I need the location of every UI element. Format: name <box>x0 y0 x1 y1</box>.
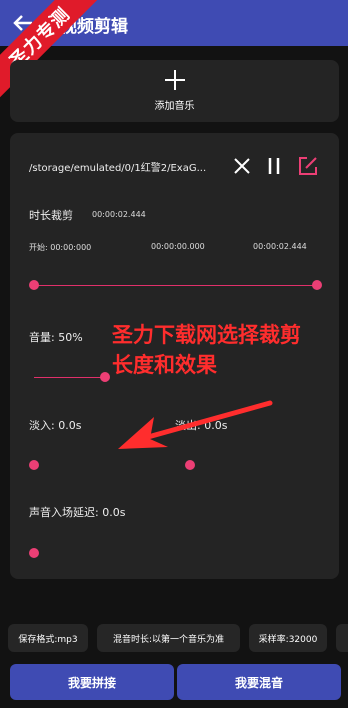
mix-duration-selector[interactable]: 混音时长:以第一个音乐为准 <box>97 624 240 652</box>
duration-range-track[interactable] <box>34 285 317 286</box>
mid-time: 00:00:00.000 <box>151 242 205 251</box>
sound-delay-label: 声音入场延迟: 0.0s <box>29 506 126 519</box>
fade-in-slider-thumb[interactable] <box>29 460 39 470</box>
watermark-line-1: 圣力下载网选择裁剪 <box>112 323 301 347</box>
save-format-selector[interactable]: 保存格式:mp3 <box>8 624 88 652</box>
mix-button[interactable]: 我要混音 <box>177 664 341 700</box>
add-music-button[interactable]: 添加音乐 <box>10 60 339 122</box>
annotation-arrow-icon <box>118 400 273 449</box>
sound-delay-slider-thumb[interactable] <box>29 548 39 558</box>
volume-slider-thumb[interactable] <box>100 372 110 382</box>
file-path: /storage/emulated/0/1红警2/ExaG... <box>29 163 207 174</box>
duration-end-thumb[interactable] <box>312 280 322 290</box>
watermark-text: 圣力下载网选择裁剪 长度和效果 <box>112 320 342 380</box>
fade-out-slider-thumb[interactable] <box>185 460 195 470</box>
start-time: 开始: 00:00:000 <box>29 243 92 252</box>
volume-label: 音量: 50% <box>29 331 83 344</box>
edit-icon[interactable] <box>297 155 319 177</box>
duration-trim-title: 时长裁剪 <box>29 209 73 222</box>
watermark-line-2: 长度和效果 <box>112 353 217 377</box>
total-duration: 00:00:02.444 <box>92 210 146 219</box>
pause-icon[interactable] <box>263 155 285 177</box>
duration-start-thumb[interactable] <box>29 280 39 290</box>
end-time: 00:00:02.444 <box>253 242 307 251</box>
add-music-label: 添加音乐 <box>154 101 195 112</box>
concat-button[interactable]: 我要拼接 <box>10 664 174 700</box>
close-icon[interactable] <box>231 155 253 177</box>
more-settings-pill[interactable] <box>336 624 348 652</box>
sample-rate-selector[interactable]: 采样率:32000 <box>249 624 327 652</box>
fade-in-label: 淡入: 0.0s <box>29 419 82 432</box>
plus-icon <box>165 70 185 90</box>
volume-slider-track[interactable] <box>34 377 105 378</box>
